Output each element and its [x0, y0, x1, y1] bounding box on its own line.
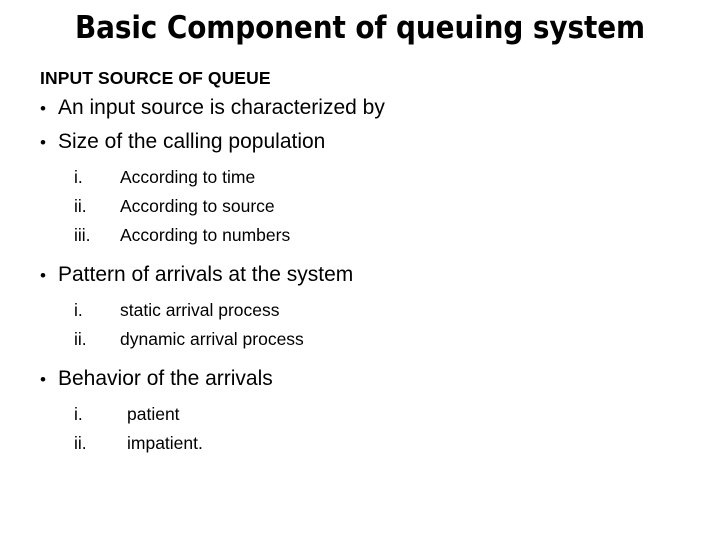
- sub-list-item-label: According to numbers: [120, 225, 291, 245]
- list-item-label: Size of the calling population: [58, 130, 326, 153]
- sub-list: i. static arrival process ii. dynamic ar…: [40, 296, 680, 354]
- list-item: • Pattern of arrivals at the system: [40, 258, 680, 292]
- page-title: Basic Component of queuing system: [74, 10, 646, 46]
- sub-list-item: ii. According to source: [40, 192, 680, 221]
- sub-list-item-label: dynamic arrival process: [120, 329, 304, 349]
- slide-canvas: Basic Component of queuing system INPUT …: [0, 0, 720, 540]
- roman-numeral-marker: ii.: [74, 433, 87, 453]
- section-heading: INPUT SOURCE OF QUEUE: [40, 68, 271, 88]
- roman-numeral-marker: i.: [74, 167, 83, 187]
- sub-list-item-label: static arrival process: [120, 300, 280, 320]
- sub-list-item: i. According to time: [40, 163, 680, 192]
- sub-list-item-label: patient: [127, 404, 180, 424]
- list-item: • An input source is characterized by: [40, 91, 680, 125]
- roman-numeral-marker: ii.: [74, 329, 87, 349]
- list-item-label: An input source is characterized by: [58, 96, 385, 119]
- roman-numeral-marker: ii.: [74, 196, 87, 216]
- slide-body: INPUT SOURCE OF QUEUE • An input source …: [40, 66, 680, 458]
- sub-list: i. patient ii. impatient.: [40, 400, 680, 458]
- bullet-icon: •: [40, 266, 46, 285]
- roman-numeral-marker: i.: [74, 300, 83, 320]
- bullet-icon: •: [40, 99, 46, 118]
- list-item: • Behavior of the arrivals: [40, 362, 680, 396]
- sub-list-item: ii. dynamic arrival process: [40, 325, 680, 354]
- sub-list: i. According to time ii. According to so…: [40, 163, 680, 250]
- list-item: • Size of the calling population: [40, 125, 680, 159]
- sub-list-item-label: According to source: [120, 196, 275, 216]
- sub-list-item-label: According to time: [120, 167, 256, 187]
- list-item-label: Pattern of arrivals at the system: [58, 263, 354, 286]
- sub-list-item: i. patient: [40, 400, 680, 429]
- sub-list-item: iii. According to numbers: [40, 221, 680, 250]
- list-item-label: Behavior of the arrivals: [58, 367, 273, 390]
- sub-list-item: i. static arrival process: [40, 296, 680, 325]
- sub-list-item: ii. impatient.: [40, 429, 680, 458]
- bullet-icon: •: [40, 133, 46, 152]
- roman-numeral-marker: iii.: [74, 225, 91, 245]
- roman-numeral-marker: i.: [74, 404, 83, 424]
- sub-list-item-label: impatient.: [127, 433, 203, 453]
- bullet-icon: •: [40, 370, 46, 389]
